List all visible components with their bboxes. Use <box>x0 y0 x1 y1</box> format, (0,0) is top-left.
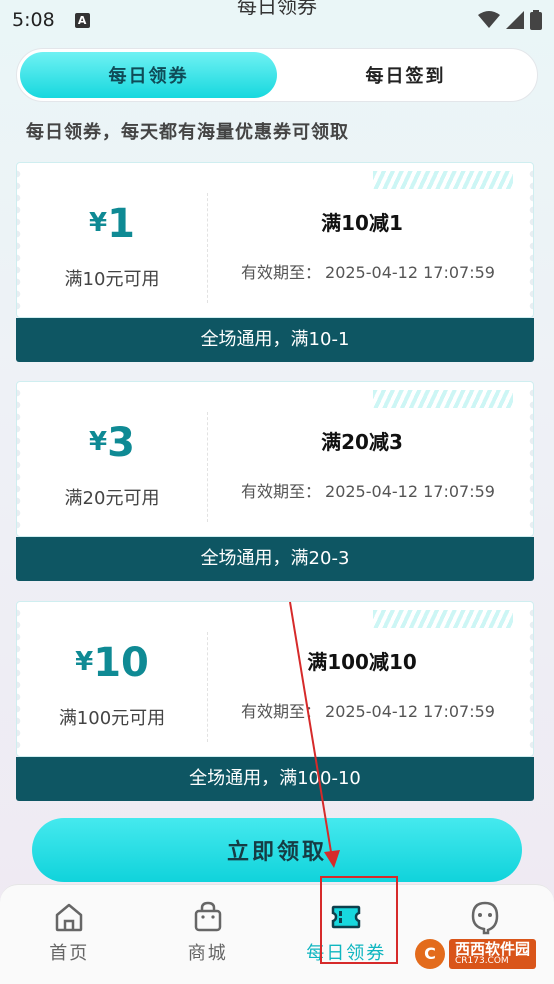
decorative-stripes <box>373 610 513 628</box>
coupon-name: 满20减3 <box>321 430 403 454</box>
nav-item-home[interactable]: 首页 <box>0 885 139 984</box>
coupon-scope: 全场通用，满10-1 <box>16 318 534 362</box>
home-icon <box>56 903 83 932</box>
coupon-card[interactable]: ¥1 满10元可用 满10减1 有效期至： 2025-04-12 17:07:59… <box>16 162 534 362</box>
tab-bar: 每日领券 每日签到 <box>16 48 538 102</box>
decorative-stripes <box>373 171 513 189</box>
coupon-condition: 满10元可用 <box>64 269 160 290</box>
coupon-amount: ¥3 <box>89 420 135 466</box>
coupon-condition: 满20元可用 <box>64 488 160 509</box>
coupon-name: 满10减1 <box>321 211 403 235</box>
coupon-body: ¥3 满20元可用 满20减3 有效期至： 2025-04-12 17:07:59 <box>16 381 534 537</box>
coupon-name: 满100减10 <box>307 650 417 674</box>
nav-item-label: 商城 <box>187 943 228 964</box>
nav-item-mall[interactable]: 商城 <box>139 885 278 984</box>
coupon-expiry: 有效期至： 2025-04-12 17:07:59 <box>241 702 495 721</box>
watermark-text: 西西软件园 CR173.COM <box>448 938 536 970</box>
page-title: 每日领券 <box>237 0 317 18</box>
watermark: C 西西软件园 CR173.COM <box>414 938 536 970</box>
profile-icon <box>471 901 499 935</box>
coupon-amount: ¥1 <box>89 201 135 247</box>
coupon-expiry: 有效期至： 2025-04-12 17:07:59 <box>241 482 495 501</box>
coupon-scope: 全场通用，满100-10 <box>16 757 534 801</box>
page-subtitle: 每日领券，每天都有海量优惠券可领取 <box>26 122 349 143</box>
coupon-amount: ¥10 <box>75 640 149 686</box>
coupon-body: ¥10 满100元可用 满100减10 有效期至： 2025-04-12 17:0… <box>16 601 534 757</box>
watermark-logo: C <box>414 939 445 969</box>
decorative-stripes <box>373 390 513 408</box>
coupon-card[interactable]: ¥3 满20元可用 满20减3 有效期至： 2025-04-12 17:07:59… <box>16 381 534 581</box>
shopping-bag-icon <box>194 901 221 932</box>
tab-daily-coupons[interactable]: 每日领券 <box>20 52 277 98</box>
coupon-card[interactable]: ¥10 满100元可用 满100减10 有效期至： 2025-04-12 17:0… <box>16 601 534 801</box>
coupon-scope: 全场通用，满20-3 <box>16 537 534 581</box>
annotation-highlight-box <box>320 876 398 964</box>
coupon-condition: 满100元可用 <box>58 708 166 729</box>
nav-item-label: 首页 <box>49 943 90 964</box>
coupon-expiry: 有效期至： 2025-04-12 17:07:59 <box>241 263 495 282</box>
tab-daily-checkin[interactable]: 每日签到 <box>277 52 534 98</box>
claim-button[interactable]: 立即领取 <box>32 818 522 882</box>
coupon-body: ¥1 满10元可用 满10减1 有效期至： 2025-04-12 17:07:59 <box>16 162 534 318</box>
